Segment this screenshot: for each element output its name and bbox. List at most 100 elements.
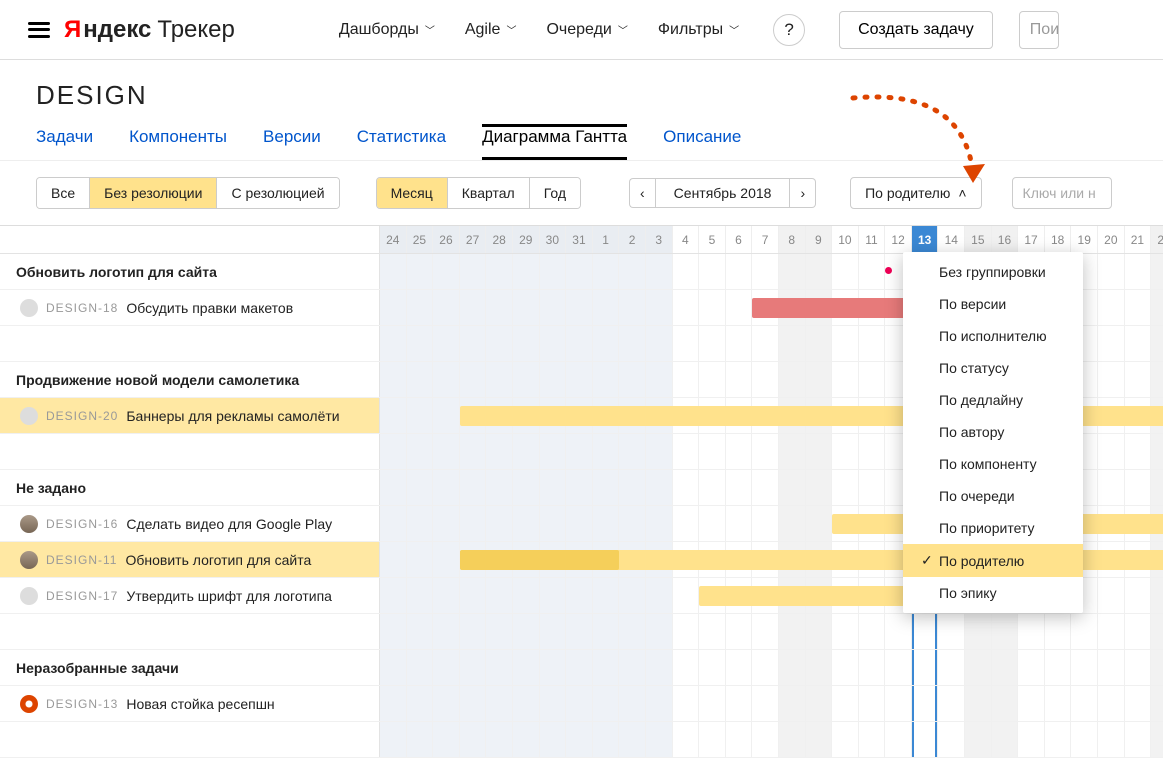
create-task-button[interactable]: Создать задачу xyxy=(839,11,993,49)
page-title: DESIGN xyxy=(0,60,1163,121)
gantt-dates: 2425262728293031123456789101112131415161… xyxy=(0,226,1163,254)
avatar xyxy=(20,587,38,605)
date-cell: 21 xyxy=(1125,226,1152,253)
dropdown-option[interactable]: По приоритету xyxy=(903,512,1083,544)
dropdown-option[interactable]: По очереди xyxy=(903,480,1083,512)
tab-versions[interactable]: Версии xyxy=(263,127,321,160)
task-key: DESIGN-18 xyxy=(46,301,118,315)
logo-y: Я xyxy=(64,16,81,44)
date-cell: 17 xyxy=(1018,226,1045,253)
task-filter-input[interactable]: Ключ или н xyxy=(1012,177,1112,209)
tabs: Задачи Компоненты Версии Статистика Диаг… xyxy=(0,121,1163,161)
pager-label: Сентябрь 2018 xyxy=(655,178,791,208)
nav-queues[interactable]: Очереди﹀ xyxy=(546,21,627,39)
date-cell: 28 xyxy=(486,226,513,253)
gantt-bar[interactable] xyxy=(752,298,912,318)
avatar xyxy=(20,695,38,713)
chevron-down-icon: ﹀ xyxy=(618,22,628,37)
filter-all[interactable]: Все xyxy=(37,178,90,208)
date-cell: 27 xyxy=(460,226,487,253)
tab-gantt[interactable]: Диаграмма Гантта xyxy=(482,124,627,160)
date-cell: 22 xyxy=(1151,226,1163,253)
date-cell: 5 xyxy=(699,226,726,253)
task-title: Утвердить шрифт для логотипа xyxy=(126,588,332,604)
avatar xyxy=(20,515,38,533)
avatar xyxy=(20,299,38,317)
gantt-bar[interactable] xyxy=(460,550,620,570)
gantt-group-row[interactable]: Неразобранные задачи xyxy=(0,650,1163,686)
date-cell: 14 xyxy=(938,226,965,253)
chevron-up-icon: ˄ xyxy=(958,185,966,201)
menu-icon[interactable] xyxy=(28,22,50,38)
chevron-down-icon: ﹀ xyxy=(729,22,739,37)
date-cell: 9 xyxy=(806,226,833,253)
grouping-dropdown: Без группировкиПо версииПо исполнителюПо… xyxy=(903,252,1083,613)
date-cell: 30 xyxy=(540,226,567,253)
date-cell: 18 xyxy=(1045,226,1072,253)
task-title: Баннеры для рекламы самолёти xyxy=(126,408,339,424)
task-title: Обсудить правки макетов xyxy=(126,300,293,316)
dropdown-option[interactable]: По эпику xyxy=(903,577,1083,609)
dropdown-option[interactable]: По компоненту xyxy=(903,448,1083,480)
logo[interactable]: Яндекс Трекер xyxy=(64,16,235,44)
date-cell: 3 xyxy=(646,226,673,253)
date-cell: 7 xyxy=(752,226,779,253)
dropdown-option[interactable]: ✓По родителю xyxy=(903,544,1083,577)
date-cell: 19 xyxy=(1071,226,1098,253)
filter-with-resolution[interactable]: С резолюцией xyxy=(217,178,338,208)
nav-agile[interactable]: Agile﹀ xyxy=(465,21,517,39)
date-cell: 12 xyxy=(885,226,912,253)
date-cell: 8 xyxy=(779,226,806,253)
task-key: DESIGN-11 xyxy=(46,553,117,567)
nav-filters[interactable]: Фильтры﹀ xyxy=(658,21,739,39)
top-nav: Дашборды﹀ Agile﹀ Очереди﹀ Фильтры﹀ xyxy=(339,21,739,39)
dropdown-option[interactable]: По исполнителю xyxy=(903,320,1083,352)
toolbar: Все Без резолюции С резолюцией Месяц Ква… xyxy=(0,161,1163,225)
dropdown-option[interactable]: По автору xyxy=(903,416,1083,448)
task-key: DESIGN-20 xyxy=(46,409,118,423)
period-filter: Месяц Квартал Год xyxy=(376,177,581,209)
grouping-button[interactable]: По родителю˄ xyxy=(850,177,981,209)
date-cell: 15 xyxy=(965,226,992,253)
date-cell: 24 xyxy=(380,226,407,253)
dropdown-option[interactable]: По статусу xyxy=(903,352,1083,384)
date-cell: 6 xyxy=(726,226,753,253)
period-year[interactable]: Год xyxy=(530,178,580,208)
date-cell: 29 xyxy=(513,226,540,253)
top-bar: Яндекс Трекер Дашборды﹀ Agile﹀ Очереди﹀ … xyxy=(0,0,1163,60)
date-cell: 4 xyxy=(673,226,700,253)
date-cell: 25 xyxy=(407,226,434,253)
help-button[interactable]: ? xyxy=(773,14,805,46)
task-key: DESIGN-17 xyxy=(46,589,118,603)
date-cell: 10 xyxy=(832,226,859,253)
task-key: DESIGN-16 xyxy=(46,517,118,531)
period-month[interactable]: Месяц xyxy=(377,178,448,208)
date-cell: 20 xyxy=(1098,226,1125,253)
dropdown-option[interactable]: По дедлайну xyxy=(903,384,1083,416)
tab-stats[interactable]: Статистика xyxy=(357,127,446,160)
task-title: Новая стойка ресепшн xyxy=(126,696,274,712)
task-key: DESIGN-13 xyxy=(46,697,118,711)
tab-tasks[interactable]: Задачи xyxy=(36,127,93,160)
gantt-task-row[interactable]: DESIGN-13 Новая стойка ресепшн xyxy=(0,686,1163,722)
dropdown-option[interactable]: Без группировки xyxy=(903,256,1083,288)
pager-next[interactable]: › xyxy=(790,178,816,208)
search-input[interactable]: Пои xyxy=(1019,11,1059,49)
date-pager: ‹ Сентябрь 2018 › xyxy=(629,178,816,208)
date-cell: 13 xyxy=(912,226,939,253)
dropdown-option[interactable]: По версии xyxy=(903,288,1083,320)
chevron-down-icon: ﹀ xyxy=(506,22,516,37)
resolution-filter: Все Без резолюции С резолюцией xyxy=(36,177,340,209)
nav-dashboards[interactable]: Дашборды﹀ xyxy=(339,21,435,39)
date-cell: 2 xyxy=(619,226,646,253)
filter-no-resolution[interactable]: Без резолюции xyxy=(90,178,217,208)
task-title: Сделать видео для Google Play xyxy=(126,516,332,532)
avatar xyxy=(20,407,38,425)
date-cell: 16 xyxy=(992,226,1019,253)
period-quarter[interactable]: Квартал xyxy=(448,178,530,208)
pager-prev[interactable]: ‹ xyxy=(629,178,655,208)
tab-components[interactable]: Компоненты xyxy=(129,127,227,160)
tab-description[interactable]: Описание xyxy=(663,127,741,160)
task-title: Обновить логотип для сайта xyxy=(125,552,311,568)
date-cell: 31 xyxy=(566,226,593,253)
